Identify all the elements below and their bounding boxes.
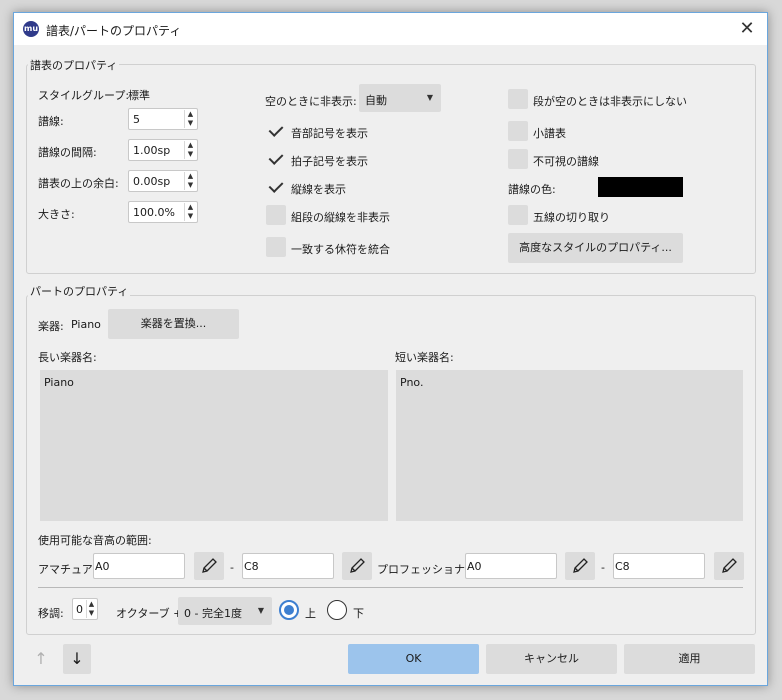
advanced-style-button[interactable]: 高度なスタイルのプロパティ... [508, 233, 683, 263]
show-timesig-label: 拍子記号を表示 [291, 155, 368, 168]
show-barlines-label: 縦線を表示 [291, 183, 346, 196]
spin-down-icon[interactable]: ▼ [185, 181, 196, 190]
spin-down-icon[interactable]: ▼ [185, 150, 196, 159]
pencil-icon [573, 558, 588, 573]
dialog-title: 譜表/パートのプロパティ [46, 24, 182, 38]
pro-dash: - [601, 561, 605, 574]
pro-high-pen-button[interactable] [714, 552, 744, 580]
short-name-label: 短い楽器名: [395, 351, 454, 364]
cancel-button[interactable]: キャンセル [486, 644, 617, 674]
pro-low-input[interactable]: A0 [465, 553, 557, 579]
hide-when-empty-combo[interactable]: 自動 ▼ [359, 84, 441, 112]
title-bar: mu 譜表/パートのプロパティ ✕ [14, 13, 767, 45]
hide-system-barline-label: 組段の縦線を非表示 [291, 211, 390, 224]
transpose-down-label: 下 [353, 607, 364, 620]
amateur-high-input[interactable]: C8 [242, 553, 334, 579]
apply-button[interactable]: 適用 [624, 644, 755, 674]
small-staff-checkbox[interactable] [508, 121, 528, 141]
spin-down-icon[interactable]: ▼ [185, 119, 196, 128]
musescore-icon: mu [23, 21, 39, 37]
spin-up-icon[interactable]: ▲ [185, 141, 196, 150]
line-distance-label: 譜線の間隔: [38, 146, 97, 159]
long-name-textarea[interactable]: Piano [40, 370, 388, 521]
cutaway-label: 五線の切り取り [533, 211, 610, 224]
line-color-label: 譜線の色: [508, 183, 556, 196]
invisible-lines-checkbox[interactable] [508, 149, 528, 169]
merge-rests-checkbox[interactable] [266, 237, 286, 257]
move-up-button[interactable]: ↑ [27, 644, 55, 674]
spin-up-icon[interactable]: ▲ [87, 600, 96, 609]
short-name-textarea[interactable]: Pno. [396, 370, 743, 521]
style-group-value: 標準 [128, 89, 150, 102]
amateur-high-pen-button[interactable] [342, 552, 372, 580]
spin-down-icon[interactable]: ▼ [87, 609, 96, 618]
style-group-label: スタイルグループ: [38, 89, 130, 102]
instrument-label: 楽器: [38, 320, 64, 333]
staff-properties-title: 譜表のプロパティ [28, 57, 120, 73]
transpose-up-label: 上 [305, 607, 316, 620]
ok-button[interactable]: OK [348, 644, 479, 674]
transpose-octave-spinbox[interactable]: 0 ▲ ▼ [72, 598, 98, 620]
amateur-label: アマチュア: [38, 563, 97, 576]
pro-high-input[interactable]: C8 [613, 553, 705, 579]
lines-label: 譜線: [38, 115, 64, 128]
hide-when-empty-label: 空のときに非表示: [265, 95, 357, 108]
spin-up-icon[interactable]: ▲ [185, 172, 196, 181]
show-clef-checkbox[interactable] [266, 121, 286, 141]
small-staff-label: 小譜表 [533, 127, 566, 140]
transpose-up-radio[interactable] [279, 600, 299, 620]
line-color-swatch[interactable] [598, 177, 683, 197]
interval-combo[interactable]: 0 - 完全1度 ▼ [178, 597, 272, 625]
extra-distance-spinbox[interactable]: 0.00sp ▲ ▼ [128, 170, 198, 192]
spin-up-icon[interactable]: ▲ [185, 203, 196, 212]
merge-rests-label: 一致する休符を統合 [291, 243, 390, 256]
change-instrument-button[interactable]: 楽器を置換... [108, 309, 239, 339]
spin-up-icon[interactable]: ▲ [185, 110, 196, 119]
scale-label: 大きさ: [38, 208, 75, 221]
show-clef-label: 音部記号を表示 [291, 127, 368, 140]
long-name-label: 長い楽器名: [38, 351, 97, 364]
invisible-lines-label: 不可視の譜線 [533, 155, 599, 168]
show-barlines-checkbox[interactable] [266, 177, 286, 197]
dont-hide-empty-label: 段が空のときは非表示にしない [533, 95, 687, 108]
dont-hide-empty-checkbox[interactable] [508, 89, 528, 109]
arrow-down-icon: ↓ [70, 649, 84, 668]
close-icon[interactable]: ✕ [735, 17, 759, 41]
dialog-window: mu 譜表/パートのプロパティ ✕ 譜表のプロパティ スタイルグループ: 標準 … [13, 12, 768, 686]
chevron-down-icon: ▼ [257, 606, 264, 615]
move-down-button[interactable]: ↓ [63, 644, 91, 674]
amateur-low-input[interactable]: A0 [93, 553, 185, 579]
instrument-value: Piano [71, 318, 101, 331]
chevron-down-icon: ▼ [426, 93, 433, 102]
lines-spinbox[interactable]: 5 ▲ ▼ [128, 108, 198, 130]
amateur-low-pen-button[interactable] [194, 552, 224, 580]
range-label: 使用可能な音高の範囲: [38, 534, 152, 547]
pro-low-pen-button[interactable] [565, 552, 595, 580]
octave-label: オクターブ + [116, 607, 183, 620]
transpose-down-radio[interactable] [327, 600, 347, 620]
scale-spinbox[interactable]: 100.0% ▲ ▼ [128, 201, 198, 223]
range-separator [38, 587, 743, 588]
pencil-icon [722, 558, 737, 573]
pencil-icon [202, 558, 217, 573]
amateur-dash: - [230, 561, 234, 574]
show-timesig-checkbox[interactable] [266, 149, 286, 169]
transpose-label: 移調: [38, 607, 64, 620]
cutaway-checkbox[interactable] [508, 205, 528, 225]
arrow-up-icon: ↑ [34, 649, 48, 668]
part-properties-title: パートのプロパティ [28, 283, 131, 299]
pencil-icon [350, 558, 365, 573]
extra-distance-label: 譜表の上の余白: [38, 177, 119, 190]
line-distance-spinbox[interactable]: 1.00sp ▲ ▼ [128, 139, 198, 161]
spin-down-icon[interactable]: ▼ [185, 212, 196, 221]
hide-system-barline-checkbox[interactable] [266, 205, 286, 225]
